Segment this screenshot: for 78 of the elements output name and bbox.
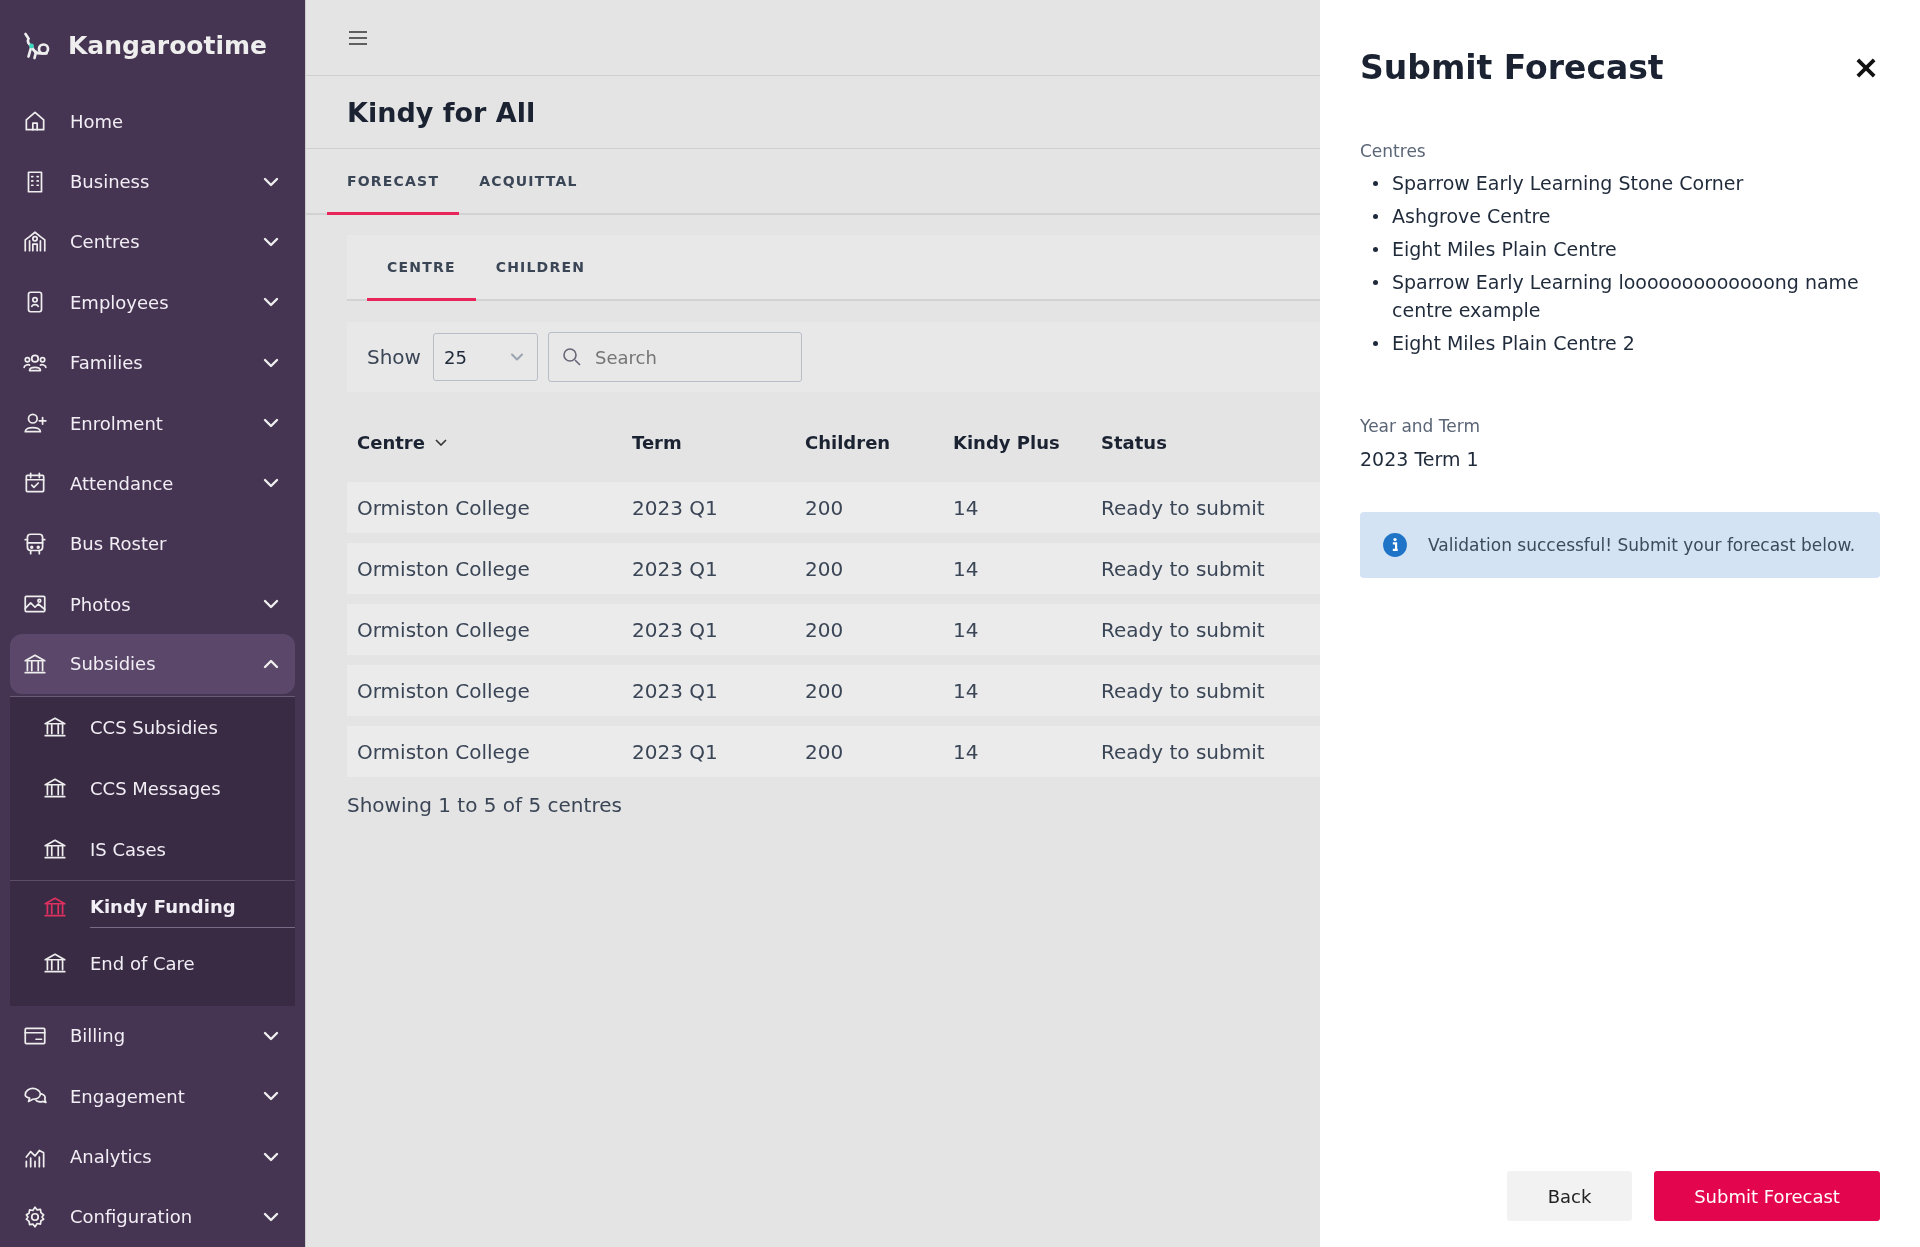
table-cell-text: 200 [804,617,845,642]
brand-name: Kangarootime [68,31,267,60]
table-cell-text: 14 [952,617,980,642]
search-field[interactable]: Search [547,332,802,382]
table-cell-text: 200 [804,495,845,520]
sidebar-item[interactable]: Subsidies [10,634,295,694]
table-cell-text: Ready to submit [1100,495,1266,520]
table-cell-text: 14 [952,678,980,703]
show-label: Show [367,345,421,369]
info-icon [1382,532,1408,558]
table-cell-text: 2023 Q1 [631,495,719,520]
column-header: Status [1100,431,1168,453]
table-cell-text: Ormiston College [356,678,531,703]
table-cell-text: 2023 Q1 [631,617,719,642]
sidebar-item[interactable]: Configuration [0,1186,305,1247]
info-alert: Validation successful! Submit your forecast below. [1360,512,1880,578]
sidebar-item[interactable]: Photos [0,573,305,635]
bullet-icon [1373,214,1378,219]
tab[interactable]: CHILDREN [475,235,606,301]
column-header: Children [804,431,892,453]
panel-title: Submit Forecast [1360,48,1664,87]
table-cell-text: Ready to submit [1100,556,1266,581]
list-item: Ashgrove Centre [1392,204,1551,229]
sidebar-item[interactable]: Engagement [0,1066,305,1127]
submenu-item[interactable]: CCS Messages [10,757,295,819]
bus-icon [22,530,48,557]
column-header[interactable]: Centre [347,431,622,453]
submenu-item[interactable]: CCS Subsidies [10,696,295,758]
list-item: Sparrow Early Learning Stone Corner [1392,171,1744,196]
list-item: Eight Miles Plain Centre 2 [1392,331,1635,356]
table-cell-text: Ormiston College [356,495,531,520]
table-cell-text: 200 [804,678,845,703]
submenu-item[interactable]: End of Care [10,932,295,994]
table-cell-text: 2023 Q1 [631,739,719,764]
table-cell-text: Ormiston College [356,617,531,642]
table-cell-text: 200 [804,556,845,581]
sidebar-item[interactable]: Enrolment [0,392,305,454]
field-label: Centres [1360,141,1427,161]
submit-button[interactable]: Submit Forecast [1654,1171,1880,1221]
table-cell-text: 2023 Q1 [631,678,719,703]
column-header: Kindy Plus [952,431,1061,453]
sidebar-item[interactable]: Bus Roster [0,513,305,574]
sidebar-item[interactable]: Employees [0,272,305,333]
sidebar-item[interactable]: Centres [0,211,305,273]
field-value: 2023 Term 1 [1360,448,1480,470]
table-cell-text: 14 [952,739,980,764]
bullet-icon [1373,280,1378,285]
back-button[interactable]: Back [1507,1171,1632,1221]
bullet-icon [1373,181,1378,186]
column-header: Term [631,431,683,453]
list-item: Eight Miles Plain Centre [1392,237,1617,262]
table-cell-text: 14 [952,495,980,520]
table-cell-text: 14 [952,556,980,581]
page-size-select[interactable]: 25 [432,333,538,381]
table-cell-text: Ready to submit [1100,739,1266,764]
page-title: Kindy for All [347,96,536,128]
table-cell-text: Ready to submit [1100,617,1266,642]
list-item: Sparrow Early Learning looooooooooooong name centre example [1392,270,1860,323]
table-footer: Showing 1 to 5 of 5 centres [347,793,1320,817]
sidebar-item[interactable]: Billing [0,1005,305,1066]
bullet-icon [1373,247,1378,252]
table-cell-text: Ormiston College [356,739,531,764]
sidebar-item[interactable]: Business [0,151,305,212]
submenu-item[interactable]: Kindy Funding [10,879,295,933]
table-cell-text: Ready to submit [1100,678,1266,703]
table-cell-text: Ormiston College [356,556,531,581]
sidebar-item[interactable]: Analytics [0,1126,305,1187]
table-cell-text: 200 [804,739,845,764]
table-cell-text: 2023 Q1 [631,556,719,581]
submenu-item[interactable]: IS Cases [10,818,295,880]
bullet-icon [1373,341,1378,346]
sidebar-item[interactable]: Home [0,91,305,152]
sidebar-item[interactable]: Families [0,332,305,393]
field-label: Year and Term [1360,416,1481,436]
tab[interactable]: FORECAST [327,149,460,215]
tab[interactable]: ACQUITTAL [459,149,598,215]
sidebar-item[interactable]: Attendance [0,453,305,514]
tab[interactable]: CENTRE [367,235,476,301]
